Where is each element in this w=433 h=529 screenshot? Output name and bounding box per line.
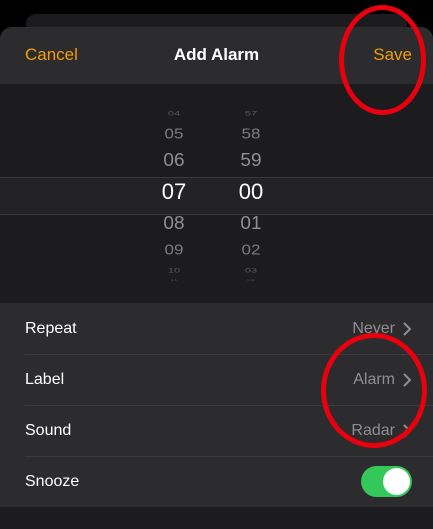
minute-option[interactable]: 01 — [231, 214, 271, 235]
minute-option[interactable]: 59 — [231, 151, 271, 172]
toggle-knob — [383, 468, 410, 495]
chevron-right-icon — [403, 322, 411, 335]
snooze-toggle[interactable] — [361, 466, 412, 497]
hour-option[interactable]: 09 — [154, 242, 194, 259]
hour-option[interactable]: 07 — [154, 179, 194, 205]
minute-option[interactable]: 57 — [231, 111, 271, 118]
hour-option[interactable]: 05 — [154, 126, 194, 143]
minute-option[interactable]: 04 — [231, 279, 271, 281]
annotation-circle-label-value — [321, 333, 427, 448]
minute-option[interactable]: 00 — [231, 179, 271, 205]
minute-option[interactable]: 58 — [231, 126, 271, 143]
minute-option[interactable]: 02 — [231, 242, 271, 259]
annotation-circle-save — [339, 5, 426, 115]
snooze-label: Snooze — [25, 472, 80, 490]
picker-selection-band — [0, 177, 433, 215]
hour-option[interactable]: 11 — [154, 279, 194, 281]
hour-option[interactable]: 06 — [154, 151, 194, 172]
sound-label: Sound — [25, 421, 72, 439]
minute-option[interactable]: 03 — [231, 268, 271, 275]
label-label: Label — [25, 370, 65, 388]
hour-option[interactable]: 10 — [154, 268, 194, 275]
snooze-row: Snooze — [0, 456, 433, 507]
hour-option[interactable]: 04 — [154, 111, 194, 118]
hour-option[interactable]: 08 — [154, 214, 194, 235]
screen: Cancel Add Alarm Save 04 05 06 07 08 09 10 11 5… — [0, 0, 433, 529]
repeat-label: Repeat — [25, 319, 77, 337]
time-picker[interactable]: 04 05 06 07 08 09 10 11 57 58 59 00 01 02 03 04 — [0, 84, 433, 302]
